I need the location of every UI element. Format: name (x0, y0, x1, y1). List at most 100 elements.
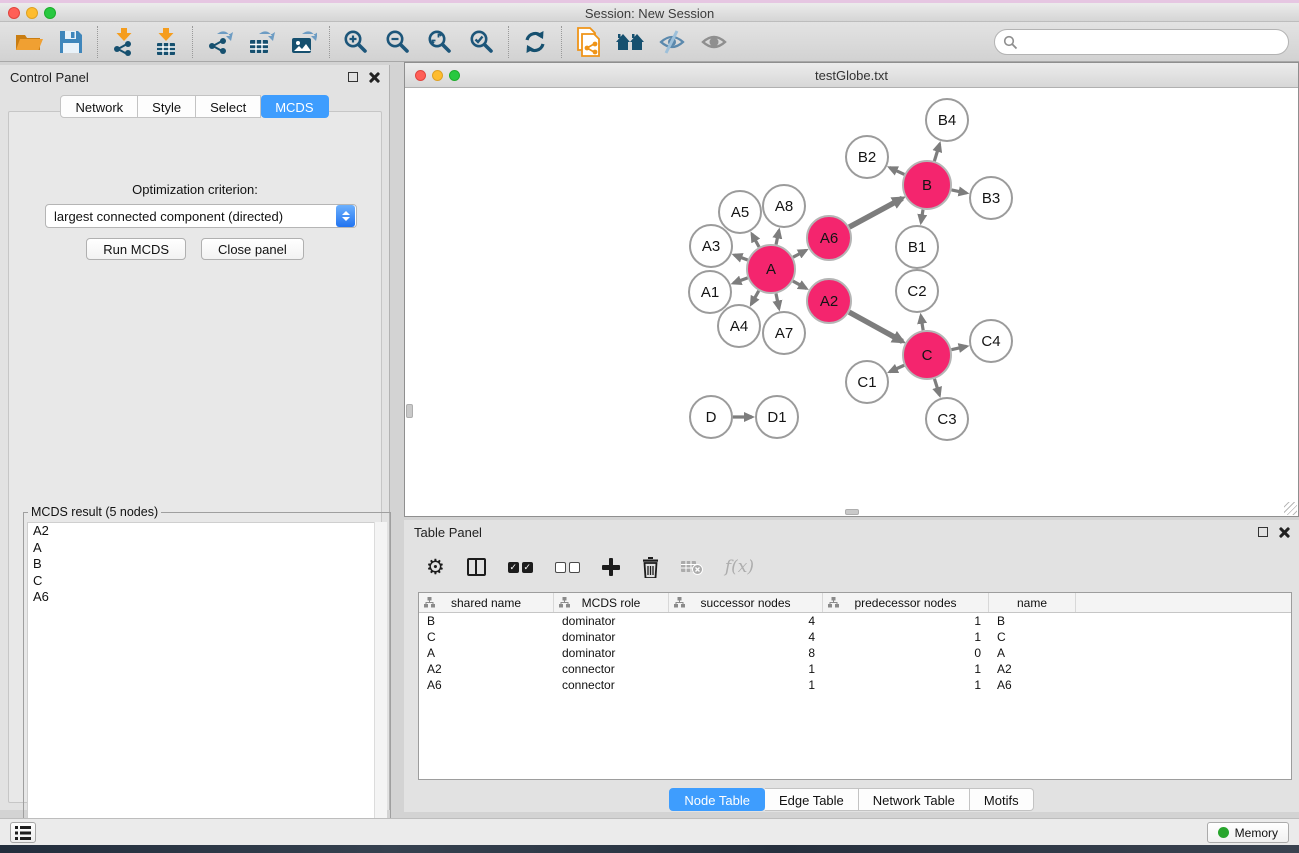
graph-node-A5[interactable]: A5 (719, 191, 761, 233)
zoom-selected-button[interactable] (461, 25, 503, 59)
deselect-all-button[interactable] (555, 562, 580, 573)
mcds-result-item[interactable]: A (28, 540, 386, 557)
graph-node-A3[interactable]: A3 (690, 225, 732, 267)
memory-button[interactable]: Memory (1207, 822, 1289, 843)
graph-edge-A-A1[interactable] (733, 278, 747, 283)
network-from-selection-button[interactable] (567, 25, 609, 59)
close-panel-icon[interactable] (368, 72, 379, 83)
tab-style[interactable]: Style (138, 95, 196, 118)
tab-edge-table[interactable]: Edge Table (765, 788, 859, 811)
graph-node-A4[interactable]: A4 (718, 305, 760, 347)
graph-node-A8[interactable]: A8 (763, 185, 805, 227)
graph-node-C3[interactable]: C3 (926, 398, 968, 440)
open-session-button[interactable] (8, 25, 50, 59)
graph-edge-A-A4[interactable] (751, 291, 759, 304)
graph-node-B2[interactable]: B2 (846, 136, 888, 178)
graph-edge-C-C3[interactable] (934, 379, 939, 395)
add-column-button[interactable] (602, 558, 620, 576)
hide-graphics-details-button[interactable] (651, 25, 693, 59)
refresh-button[interactable] (514, 25, 556, 59)
tab-select[interactable]: Select (196, 95, 261, 118)
table-row[interactable]: Bdominator41B (419, 613, 1291, 629)
delete-table-button[interactable] (681, 559, 703, 575)
graph-node-C[interactable]: C (903, 331, 951, 379)
delete-column-button[interactable] (642, 557, 659, 578)
graph-node-A1[interactable]: A1 (689, 271, 731, 313)
graph-node-A[interactable]: A (747, 245, 795, 293)
export-image-button[interactable] (282, 25, 324, 59)
graph-edge-B-B3[interactable] (951, 190, 966, 193)
table-row[interactable]: Cdominator41C (419, 629, 1291, 645)
column-header-name[interactable]: name (989, 593, 1076, 612)
graph-edge-A-A3[interactable] (734, 255, 747, 260)
graph-node-C4[interactable]: C4 (970, 320, 1012, 362)
window-resize-grip[interactable] (1284, 502, 1297, 515)
tab-node-table[interactable]: Node Table (669, 788, 765, 811)
network-hscroll-thumb[interactable] (845, 509, 859, 515)
column-header-shared-name[interactable]: shared name (419, 593, 554, 612)
graph-edge-B-B1[interactable] (921, 210, 923, 223)
zoom-in-button[interactable] (335, 25, 377, 59)
graph-edge-A-A7[interactable] (776, 293, 779, 308)
split-columns-button[interactable] (467, 558, 486, 576)
graph-node-A6[interactable]: A6 (807, 216, 851, 260)
mcds-result-item[interactable]: A2 (28, 523, 386, 540)
network-canvas[interactable]: AA1A2A3A4A5A6A7A8BB1B2B3B4CC1C2C3C4DD1 (405, 89, 1298, 516)
criterion-select[interactable]: largest connected component (directed) (45, 204, 357, 228)
tab-network[interactable]: Network (60, 95, 138, 118)
search-input[interactable] (1023, 35, 1288, 50)
tab-mcds[interactable]: MCDS (261, 95, 328, 118)
export-network-button[interactable] (198, 25, 240, 59)
graph-edge-C-C4[interactable] (951, 346, 966, 349)
graph-node-C1[interactable]: C1 (846, 361, 888, 403)
graph-node-B[interactable]: B (903, 161, 951, 209)
network-vscroll-thumb[interactable] (406, 404, 413, 418)
table-row[interactable]: A6connector11A6 (419, 677, 1291, 693)
save-session-button[interactable] (50, 25, 92, 59)
mcds-result-list[interactable]: A2ABCA6 (27, 522, 387, 844)
graph-node-B1[interactable]: B1 (896, 226, 938, 268)
select-all-button[interactable]: ✓✓ (508, 562, 533, 573)
column-header-successor-nodes[interactable]: successor nodes (669, 593, 823, 612)
graph-node-A7[interactable]: A7 (763, 312, 805, 354)
function-builder-button[interactable]: f(x) (725, 557, 754, 577)
mcds-result-item[interactable]: A6 (28, 589, 386, 606)
graph-node-D1[interactable]: D1 (756, 396, 798, 438)
export-table-button[interactable] (240, 25, 282, 59)
column-header-MCDS-role[interactable]: MCDS role (554, 593, 669, 612)
home-button[interactable] (609, 25, 651, 59)
graph-edge-A-A5[interactable] (752, 234, 759, 247)
graph-node-A2[interactable]: A2 (807, 279, 851, 323)
graph-edge-A-A6[interactable] (793, 250, 806, 257)
graph-edge-A-A2[interactable] (793, 281, 806, 288)
mcds-result-item[interactable]: C (28, 573, 386, 590)
zoom-fit-button[interactable] (419, 25, 461, 59)
show-graphics-details-button[interactable] (693, 25, 735, 59)
tab-network-table[interactable]: Network Table (859, 788, 970, 811)
graph-node-B4[interactable]: B4 (926, 99, 968, 141)
table-settings-button[interactable]: ⚙ (426, 557, 445, 577)
float-panel-icon[interactable] (348, 72, 358, 82)
column-header-predecessor-nodes[interactable]: predecessor nodes (823, 593, 989, 612)
close-table-panel-icon[interactable] (1278, 527, 1289, 538)
table-row[interactable]: Adominator80A (419, 645, 1291, 661)
network-graph[interactable]: AA1A2A3A4A5A6A7A8BB1B2B3B4CC1C2C3C4DD1 (405, 89, 1298, 516)
task-history-button[interactable] (10, 822, 36, 843)
graph-edge-C-C2[interactable] (921, 316, 923, 331)
graph-edge-A2-C[interactable] (849, 312, 902, 341)
mcds-result-item[interactable]: B (28, 556, 386, 573)
tab-motifs[interactable]: Motifs (970, 788, 1034, 811)
zoom-out-button[interactable] (377, 25, 419, 59)
mcds-result-scrollbar[interactable] (374, 522, 387, 844)
table-row[interactable]: A2connector11A2 (419, 661, 1291, 677)
search-field[interactable] (994, 29, 1289, 55)
graph-edge-A6-B[interactable] (849, 198, 902, 227)
graph-edge-B-B2[interactable] (890, 168, 905, 175)
graph-edge-C-C1[interactable] (890, 365, 904, 371)
close-panel-button[interactable]: Close panel (201, 238, 304, 260)
graph-edge-A-A8[interactable] (776, 230, 779, 244)
import-network-button[interactable] (103, 25, 145, 59)
graph-edge-B-B4[interactable] (934, 144, 939, 161)
graph-node-C2[interactable]: C2 (896, 270, 938, 312)
import-table-button[interactable] (145, 25, 187, 59)
